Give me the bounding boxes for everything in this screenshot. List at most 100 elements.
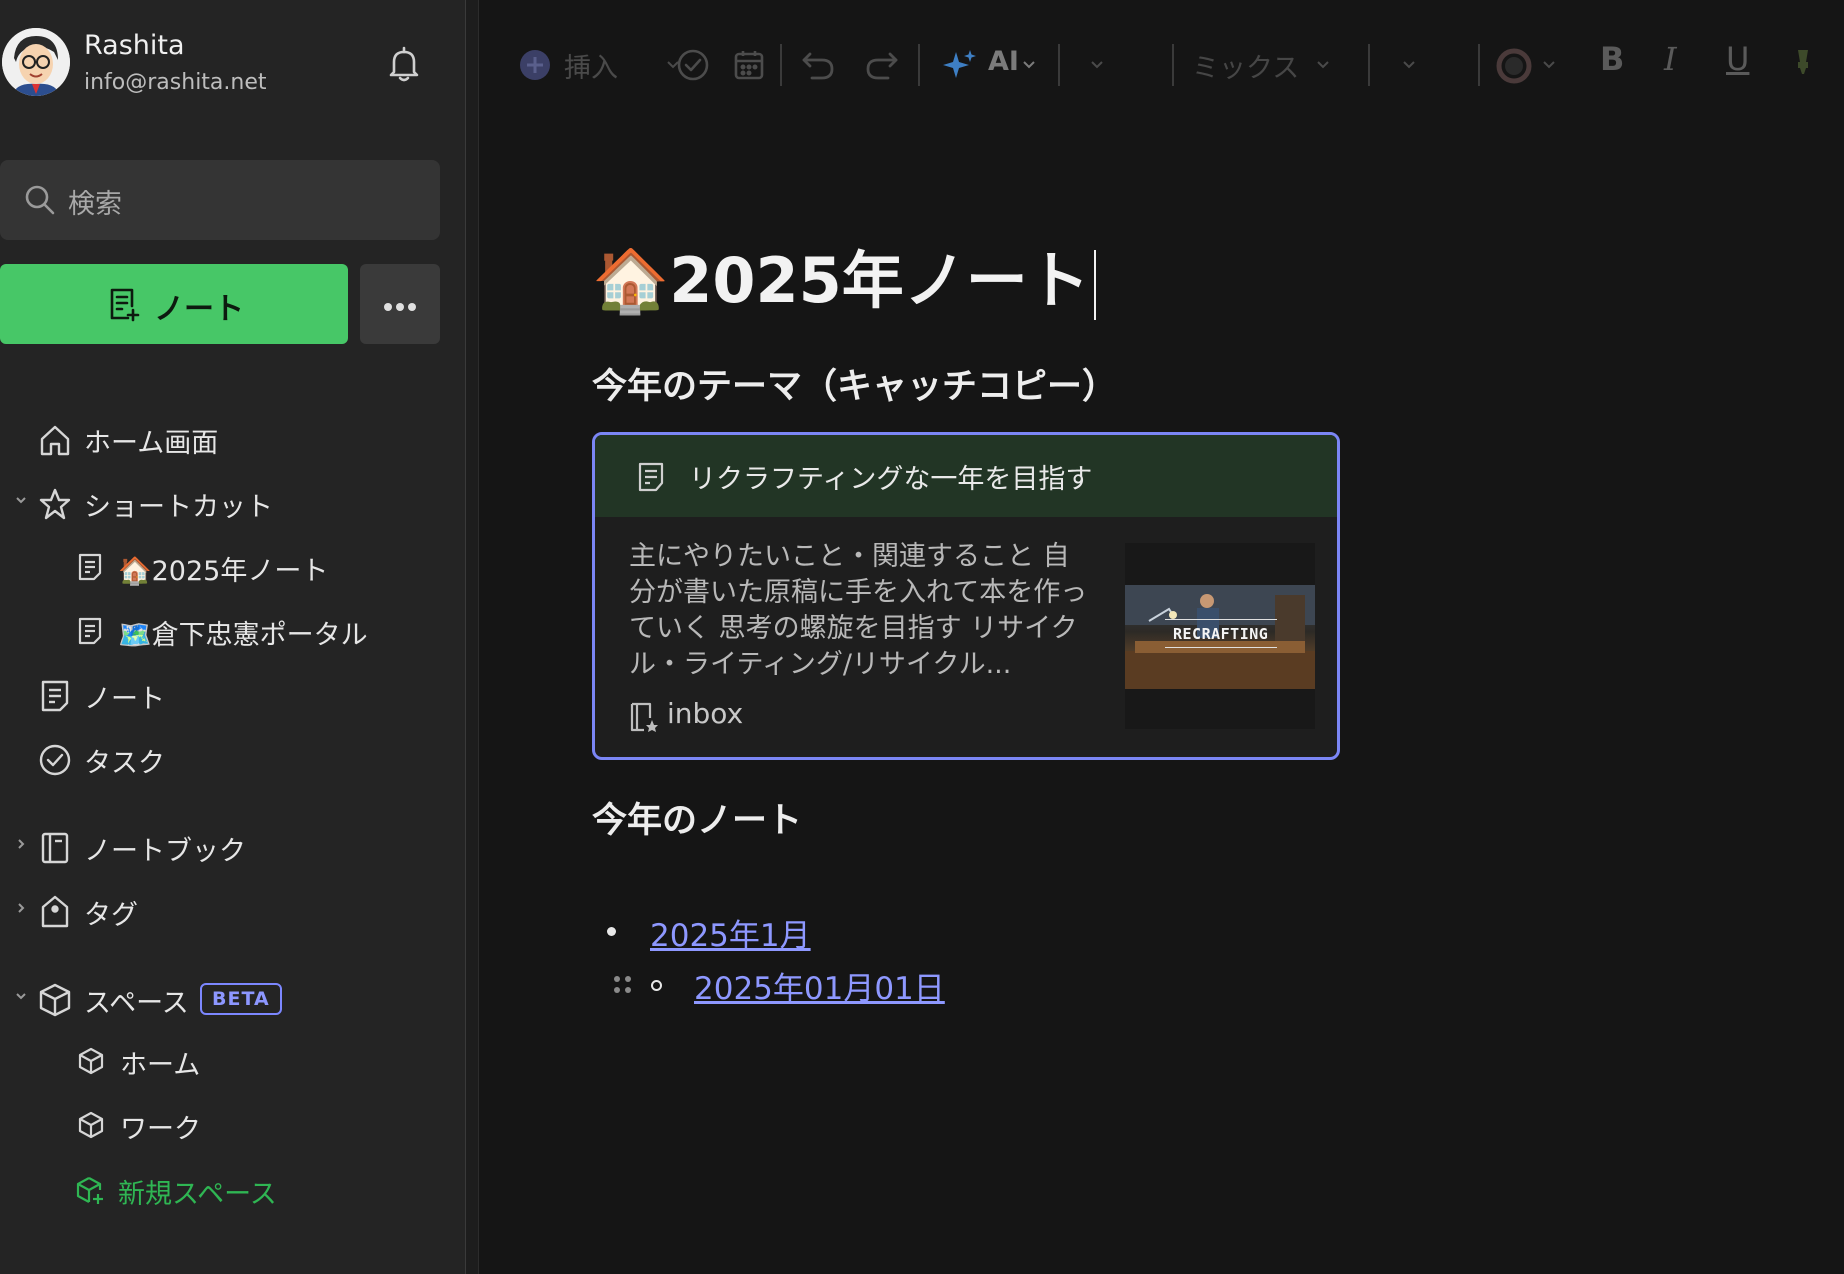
search-input[interactable]: 検索 <box>0 160 440 240</box>
note-link-2025-01-01[interactable]: 2025年01月01日 <box>694 963 945 1008</box>
chevron-down-icon <box>1543 61 1555 69</box>
card-thumbnail: RECRAFTING <box>1125 543 1315 729</box>
sidebar-item-spaces[interactable]: スペース BETA <box>0 973 440 1023</box>
toolbar-divider <box>1058 44 1060 86</box>
calendar-icon <box>734 51 764 80</box>
toolbar-divider <box>1368 44 1370 86</box>
bold-button[interactable]: B <box>1600 40 1624 90</box>
sidebar-item-notes[interactable]: ノート <box>0 669 440 719</box>
sidebar-item-space-work[interactable]: ワーク <box>0 1099 440 1149</box>
size-dropdown[interactable] <box>1402 40 1462 90</box>
sidebar-item-home-screen[interactable]: ホーム画面 <box>0 413 440 463</box>
sidebar-item-label: ショートカット <box>84 492 273 523</box>
sidebar-item-label: ノートブック <box>84 836 246 867</box>
sidebar-item-notebooks[interactable]: ノートブック <box>0 821 440 871</box>
toolbar-divider <box>780 44 782 86</box>
linked-note-card[interactable]: リクラフティングな一年を目指す 主にやりたいこと・関連すること 自分が書いた原稿… <box>592 432 1340 760</box>
chevron-down-icon <box>1403 61 1415 69</box>
redo-icon <box>866 52 898 80</box>
cube-icon <box>78 1047 104 1079</box>
sub-bullet-circle <box>651 980 662 991</box>
notebook-icon <box>629 701 659 740</box>
ai-label: AI <box>988 46 1019 77</box>
cube-plus-icon <box>76 1176 106 1210</box>
italic-button[interactable]: I <box>1664 40 1677 90</box>
note-icon <box>78 617 102 649</box>
chevron-right-icon[interactable] <box>14 835 28 856</box>
sparkle-icon <box>943 50 976 78</box>
card-header[interactable]: リクラフティングな一年を目指す <box>595 435 1337 517</box>
note-icon <box>637 461 665 497</box>
check-circle-icon <box>38 743 72 781</box>
notification-bell-icon[interactable] <box>384 44 424 84</box>
sidebar-item-tasks[interactable]: タスク <box>0 733 440 783</box>
card-notebook-name: inbox <box>667 697 744 730</box>
sidebar-item-2025-note[interactable]: 🏠2025年ノート <box>0 541 440 591</box>
style-dropdown[interactable] <box>1090 40 1180 90</box>
thumbnail-rule <box>1165 647 1277 648</box>
new-note-button[interactable]: ノート <box>0 264 348 344</box>
section-heading-theme[interactable]: 今年のテーマ（キャッチコピー） <box>592 358 1117 409</box>
color-wheel-icon <box>1496 48 1532 84</box>
note-icon <box>78 553 102 585</box>
chevron-down-icon <box>1091 61 1103 69</box>
note-title-text: 🏠2025年ノート <box>592 244 1090 317</box>
sidebar-resize-handle[interactable] <box>465 0 479 1274</box>
sidebar-item-label: ホーム <box>120 1050 201 1081</box>
search-icon <box>24 184 56 220</box>
sidebar-item-label: 新規スペース <box>118 1179 277 1210</box>
sidebar-item-label: ワーク <box>120 1114 201 1145</box>
toolbar-divider <box>1478 44 1480 86</box>
tag-icon <box>40 895 70 933</box>
avatar[interactable] <box>2 28 70 96</box>
sidebar-item-label: 🗺️倉下忠憲ポータル <box>118 620 368 651</box>
notebook-icon <box>40 831 70 869</box>
toolbar-divider <box>918 44 920 86</box>
chevron-down-icon[interactable] <box>14 491 28 512</box>
new-space-button[interactable]: 新規スペース <box>0 1164 440 1214</box>
editor-toolbar: 挿入 AI ミックス B I U <box>480 0 1844 130</box>
drag-handle-icon[interactable] <box>612 974 634 1000</box>
sidebar-item-label: タグ <box>84 900 138 931</box>
underline-button[interactable]: U <box>1726 40 1749 90</box>
sidebar-item-label: スペース <box>84 988 189 1019</box>
font-label: ミックス <box>1192 53 1300 84</box>
note-link-2025-jan[interactable]: 2025年1月 <box>650 910 811 955</box>
sidebar-item-space-home[interactable]: ホーム <box>0 1035 440 1085</box>
sidebar-item-label: ホーム画面 <box>84 428 219 459</box>
undo-icon <box>802 52 834 80</box>
cube-icon <box>38 983 72 1021</box>
more-options-button[interactable] <box>360 264 440 344</box>
bullet-dot <box>607 927 616 936</box>
star-icon <box>38 487 72 525</box>
note-title[interactable]: 🏠2025年ノート <box>592 230 1096 320</box>
sidebar-item-label: 🏠2025年ノート <box>118 556 329 587</box>
sidebar-item-label: ノート <box>84 684 165 715</box>
card-title: リクラフティングな一年を目指す <box>689 464 1093 495</box>
sidebar-item-shortcuts[interactable]: ショートカット <box>0 477 440 527</box>
search-placeholder: 検索 <box>68 189 122 220</box>
sidebar-item-portal[interactable]: 🗺️倉下忠憲ポータル <box>0 605 440 655</box>
note-icon <box>40 679 70 717</box>
insert-label: 挿入 <box>564 53 618 84</box>
chevron-down-icon[interactable] <box>14 987 28 1008</box>
toolbar-divider <box>1172 44 1174 86</box>
user-email: info@rashita.net <box>84 70 267 95</box>
text-caret <box>1093 249 1096 320</box>
sidebar-item-tags[interactable]: タグ <box>0 885 440 935</box>
new-note-label: ノート <box>154 292 244 327</box>
thumbnail-image: RECRAFTING <box>1125 585 1315 689</box>
highlighter-icon <box>1798 50 1808 74</box>
thumbnail-rule <box>1165 619 1277 620</box>
more-dots-icon <box>382 298 418 317</box>
chevron-down-icon <box>1023 61 1035 69</box>
card-excerpt: 主にやりたいこと・関連すること 自分が書いた原稿に手を入れて本を作っていく 思考… <box>629 541 1088 680</box>
chevron-right-icon[interactable] <box>14 899 28 920</box>
sidebar-item-label: タスク <box>84 748 165 779</box>
chevron-down-icon <box>1317 61 1329 69</box>
sidebar: Rashita info@rashita.net 検索 ノート ホーム画面 ショ… <box>0 0 465 1274</box>
user-name: Rashita <box>84 30 185 61</box>
thumbnail-text: RECRAFTING <box>1173 625 1269 643</box>
section-heading-notes[interactable]: 今年のノート <box>592 792 802 843</box>
check-circle-icon <box>677 49 709 81</box>
